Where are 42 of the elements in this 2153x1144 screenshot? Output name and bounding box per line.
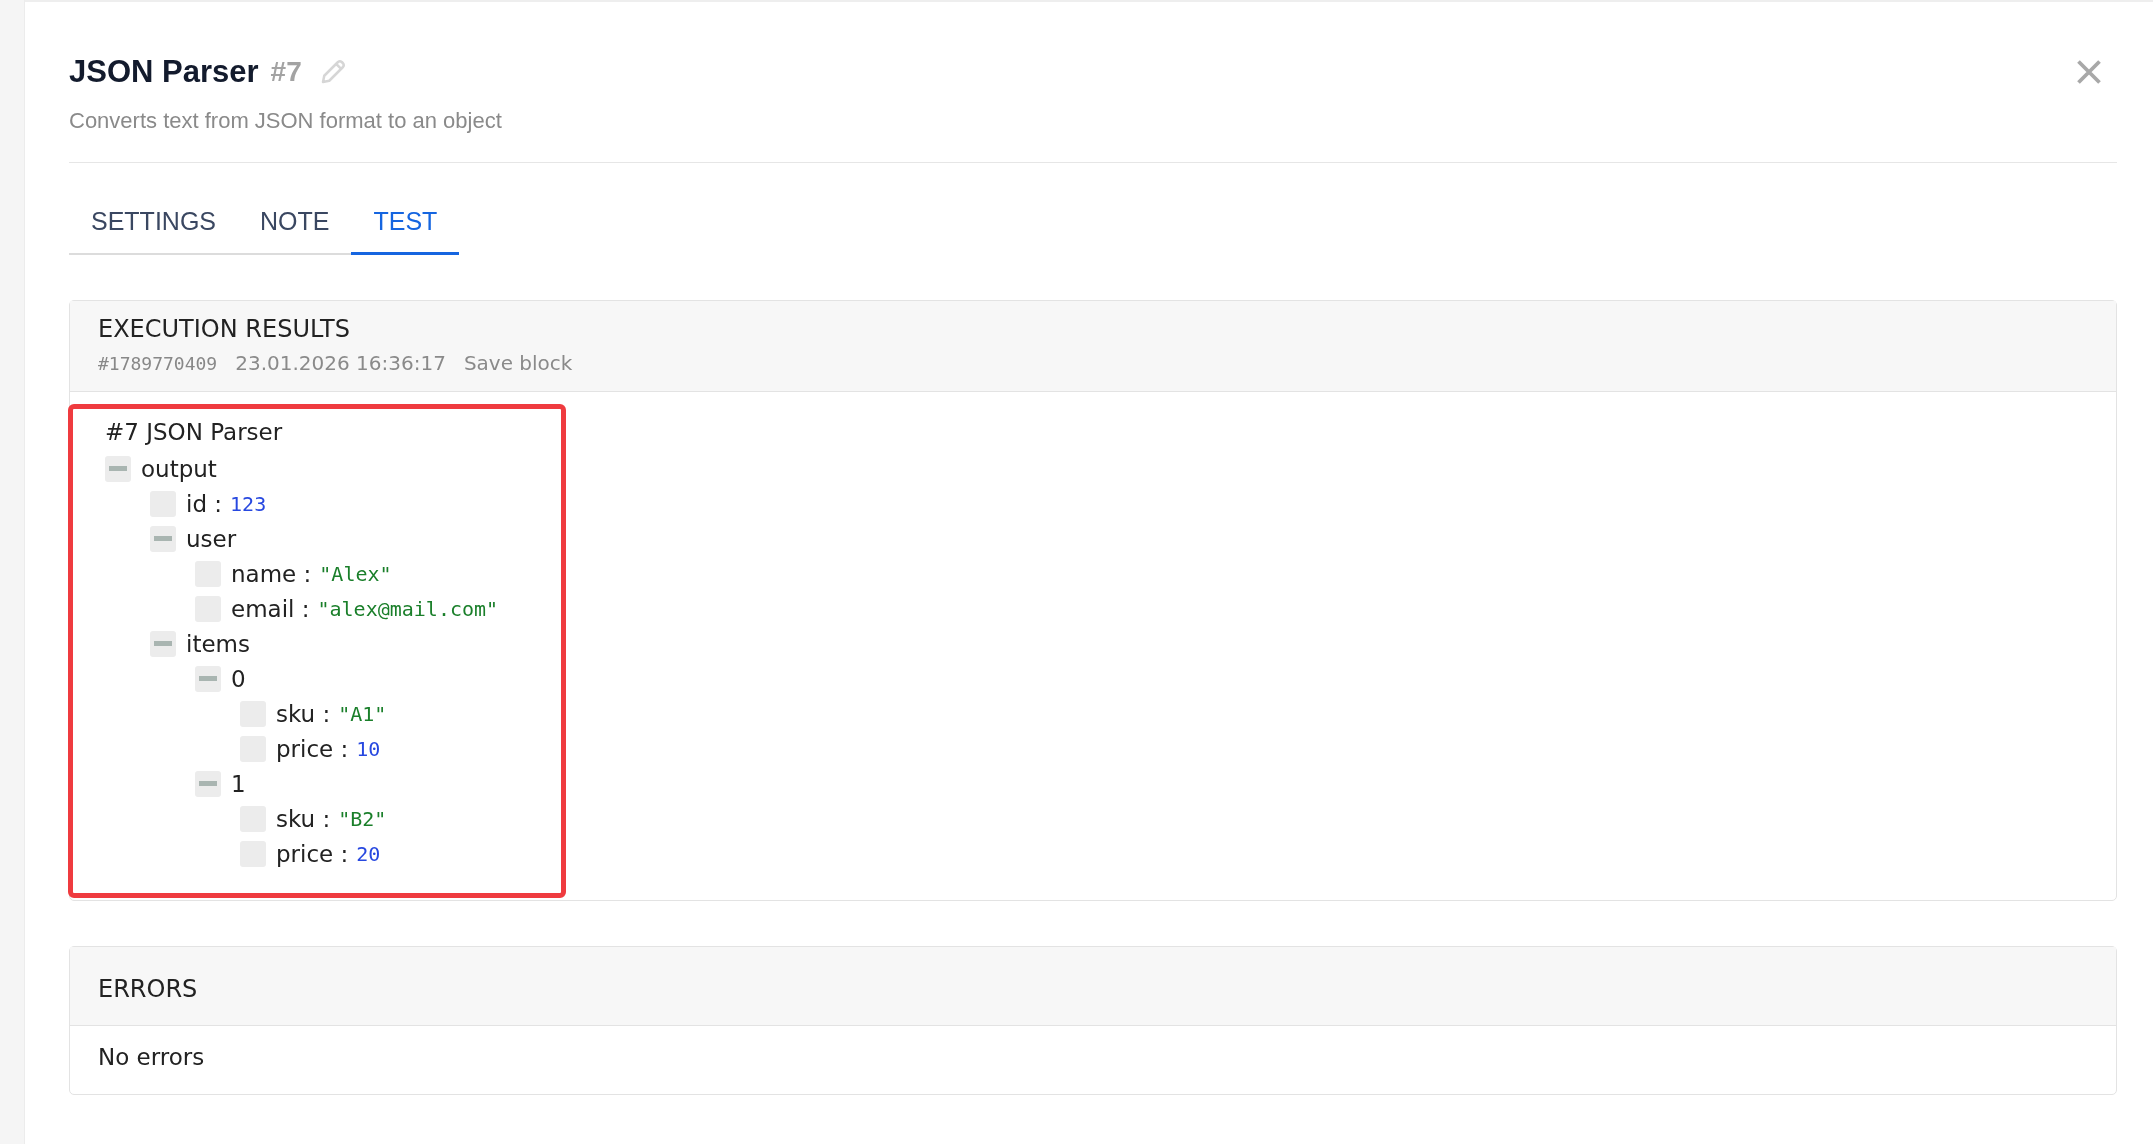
timestamp: 23.01.2026 16:36:17 — [235, 351, 446, 375]
close-icon[interactable] — [2075, 58, 2103, 86]
tree-key: price : — [276, 840, 349, 867]
tree-value: "alex@mail.com" — [317, 596, 499, 621]
tree-value: "A1" — [338, 701, 387, 726]
tree-key: email : — [231, 595, 310, 622]
tree-node-label: user — [186, 525, 237, 552]
tree-value: "Alex" — [319, 561, 392, 586]
tree-key: price : — [276, 735, 349, 762]
tree-value: "B2" — [338, 806, 387, 831]
collapse-toggle[interactable] — [195, 665, 221, 692]
collapse-toggle[interactable] — [150, 630, 176, 657]
tab[interactable]: TEST — [351, 193, 460, 255]
section-title: EXECUTION RESULTS — [98, 315, 351, 343]
tree-key: sku : — [276, 805, 331, 832]
tree-node-label: items — [186, 630, 250, 657]
tree-key: id : — [186, 490, 223, 517]
run-id: #1789770409 — [98, 353, 218, 374]
minus-icon — [154, 641, 172, 646]
section-title: ERRORS — [98, 975, 199, 1003]
minus-icon — [199, 676, 217, 681]
result-title: #7 JSON Parser — [105, 419, 284, 445]
tree-node-label: 0 — [231, 665, 246, 692]
tree-node-label: 1 — [231, 770, 246, 797]
block-description: Converts text from JSON format to an object — [69, 108, 503, 134]
tree-key: sku : — [276, 700, 331, 727]
collapse-toggle[interactable] — [150, 525, 176, 552]
tree-value: 20 — [356, 841, 381, 866]
block-number: #7 — [270, 56, 302, 88]
tab[interactable]: NOTE — [238, 193, 352, 255]
block-title: JSON Parser — [69, 54, 259, 90]
tree-value: 123 — [230, 491, 267, 516]
tree-node-label: output — [141, 455, 217, 482]
minus-icon — [199, 781, 217, 786]
minus-icon — [109, 466, 127, 471]
tree-value: 10 — [356, 736, 381, 761]
tree-key: name : — [231, 560, 312, 587]
errors-message: No errors — [98, 1044, 205, 1070]
collapse-toggle[interactable] — [195, 770, 221, 797]
tab[interactable]: SETTINGS — [69, 193, 238, 255]
collapse-toggle[interactable] — [105, 455, 131, 482]
minus-icon — [154, 536, 172, 541]
